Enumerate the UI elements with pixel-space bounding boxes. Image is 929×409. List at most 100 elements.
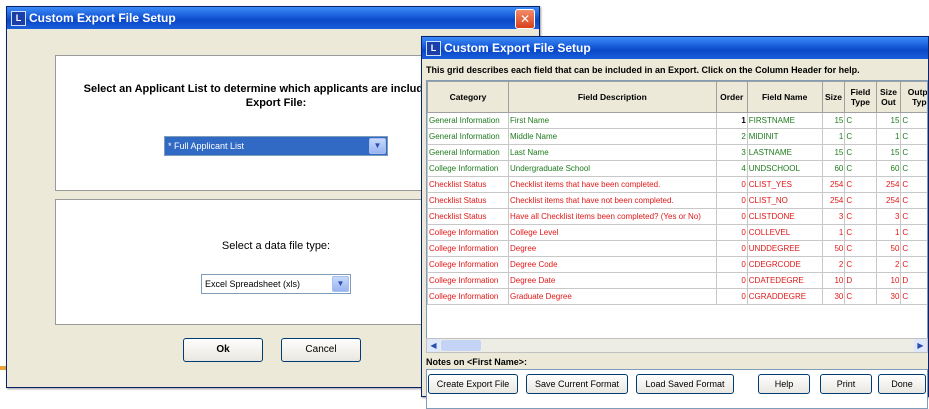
cell-output-type[interactable]: C <box>900 208 927 225</box>
cell-category[interactable]: College Information <box>427 160 509 177</box>
table-row[interactable]: College Information Degree 0 UNDDEGREE 5… <box>427 240 927 257</box>
cell-output-type[interactable]: C <box>900 224 927 241</box>
cell-field-name[interactable]: CLIST_YES <box>746 176 823 193</box>
horizontal-scrollbar[interactable]: ◀ ▶ <box>426 338 928 353</box>
cell-field-name[interactable]: UNDSCHOOL <box>746 160 823 177</box>
cell-description[interactable]: College Level <box>507 224 717 241</box>
cell-size[interactable]: 1 <box>821 128 846 145</box>
cell-output-type[interactable]: C <box>900 288 927 305</box>
cell-size-out[interactable]: 60 <box>875 160 902 177</box>
cell-field-type[interactable]: C <box>844 240 877 257</box>
cell-size[interactable]: 1 <box>821 224 846 241</box>
cell-description[interactable]: Middle Name <box>507 128 717 145</box>
cell-output-type[interactable]: C <box>900 112 927 129</box>
cell-category[interactable]: College Information <box>427 256 509 273</box>
ok-button[interactable]: Ok <box>183 338 263 362</box>
cell-output-type[interactable]: C <box>900 256 927 273</box>
cell-size[interactable]: 3 <box>821 208 846 225</box>
cell-size-out[interactable]: 3 <box>875 208 902 225</box>
cell-order[interactable]: 0 <box>715 288 748 305</box>
table-row[interactable]: General Information First Name 1 FIRSTNA… <box>427 112 927 129</box>
cell-field-type[interactable]: C <box>844 224 877 241</box>
cell-size-out[interactable]: 2 <box>875 256 902 273</box>
cell-order[interactable]: 3 <box>715 144 748 161</box>
cell-field-name[interactable]: LASTNAME <box>746 144 823 161</box>
table-row[interactable]: College Information Degree Date 0 CDATED… <box>427 272 927 289</box>
cell-size-out[interactable]: 1 <box>875 224 902 241</box>
cell-field-type[interactable]: D <box>844 272 877 289</box>
cell-field-name[interactable]: CLISTDONE <box>746 208 823 225</box>
cell-category[interactable]: General Information <box>427 112 509 129</box>
table-row[interactable]: Checklist Status Checklist items that ha… <box>427 176 927 193</box>
cell-field-type[interactable]: C <box>844 208 877 225</box>
cell-output-type[interactable]: C <box>900 144 927 161</box>
cell-size[interactable]: 10 <box>821 272 846 289</box>
cell-size-out[interactable]: 30 <box>875 288 902 305</box>
done-button[interactable]: Done <box>878 374 926 394</box>
cell-field-type[interactable]: C <box>844 160 877 177</box>
cell-order[interactable]: 0 <box>715 208 748 225</box>
cell-description[interactable]: Degree Date <box>507 272 717 289</box>
file-type-select[interactable]: Excel Spreadsheet (xls) ▼ <box>201 274 351 294</box>
cell-category[interactable]: Checklist Status <box>427 192 509 209</box>
cell-size[interactable]: 15 <box>821 144 846 161</box>
cell-field-name[interactable]: MIDINIT <box>746 128 823 145</box>
cell-description[interactable]: Checklist items that have not been compl… <box>507 192 717 209</box>
cell-category[interactable]: College Information <box>427 272 509 289</box>
cell-order[interactable]: 0 <box>715 240 748 257</box>
cell-order[interactable]: 0 <box>715 192 748 209</box>
column-header-field-name[interactable]: Field Name <box>746 81 823 113</box>
cell-output-type[interactable]: C <box>900 240 927 257</box>
cell-output-type[interactable]: C <box>900 160 927 177</box>
cell-size-out[interactable]: 1 <box>875 128 902 145</box>
scrollbar-thumb[interactable] <box>441 340 481 351</box>
cell-size[interactable]: 254 <box>821 192 846 209</box>
cell-field-name[interactable]: CLIST_NO <box>746 192 823 209</box>
cell-output-type[interactable]: C <box>900 128 927 145</box>
cell-field-type[interactable]: C <box>844 128 877 145</box>
cell-description[interactable]: Undergraduate School <box>507 160 717 177</box>
table-row[interactable]: College Information Graduate Degree 0 CG… <box>427 288 927 305</box>
cell-category[interactable]: College Information <box>427 224 509 241</box>
cell-field-name[interactable]: CGRADDEGRE <box>746 288 823 305</box>
print-button[interactable]: Print <box>820 374 872 394</box>
load-saved-format-button[interactable]: Load Saved Format <box>636 374 734 394</box>
cell-field-name[interactable]: CDEGRCODE <box>746 256 823 273</box>
cell-category[interactable]: College Information <box>427 240 509 257</box>
column-header-field-type[interactable]: Field Type <box>844 81 877 113</box>
cell-field-type[interactable]: C <box>844 256 877 273</box>
cell-size-out[interactable]: 10 <box>875 272 902 289</box>
cell-field-type[interactable]: C <box>844 176 877 193</box>
cell-output-type[interactable]: D <box>900 272 927 289</box>
cell-field-name[interactable]: FIRSTNAME <box>746 112 823 129</box>
cell-description[interactable]: Degree Code <box>507 256 717 273</box>
table-row[interactable]: General Information Last Name 3 LASTNAME… <box>427 144 927 161</box>
cell-category[interactable]: General Information <box>427 144 509 161</box>
cell-order[interactable]: 0 <box>715 224 748 241</box>
chevron-down-icon[interactable]: ▼ <box>332 276 349 292</box>
column-header-description[interactable]: Field Description <box>507 81 717 113</box>
cell-field-type[interactable]: C <box>844 144 877 161</box>
column-header-category[interactable]: Category <box>427 81 509 113</box>
applicant-list-select[interactable]: * Full Applicant List ▼ <box>164 136 388 156</box>
cell-field-type[interactable]: C <box>844 192 877 209</box>
field-grid[interactable]: Category Field Description Order Field N… <box>426 80 928 340</box>
help-button[interactable]: Help <box>758 374 810 394</box>
cell-order[interactable]: 0 <box>715 272 748 289</box>
cell-size-out[interactable]: 50 <box>875 240 902 257</box>
cell-order[interactable]: 4 <box>715 160 748 177</box>
cell-output-type[interactable]: C <box>900 192 927 209</box>
cancel-button[interactable]: Cancel <box>281 338 361 362</box>
table-row[interactable]: College Information College Level 0 COLL… <box>427 224 927 241</box>
chevron-down-icon[interactable]: ▼ <box>369 138 386 154</box>
cell-field-name[interactable]: CDATEDEGRE <box>746 272 823 289</box>
cell-size-out[interactable]: 15 <box>875 112 902 129</box>
column-header-order[interactable]: Order <box>715 81 748 113</box>
table-row[interactable]: Checklist Status Checklist items that ha… <box>427 192 927 209</box>
column-header-size[interactable]: Size <box>821 81 846 113</box>
cell-category[interactable]: Checklist Status <box>427 208 509 225</box>
cell-size[interactable]: 50 <box>821 240 846 257</box>
table-row[interactable]: General Information Middle Name 2 MIDINI… <box>427 128 927 145</box>
cell-description[interactable]: Graduate Degree <box>507 288 717 305</box>
cell-size[interactable]: 60 <box>821 160 846 177</box>
